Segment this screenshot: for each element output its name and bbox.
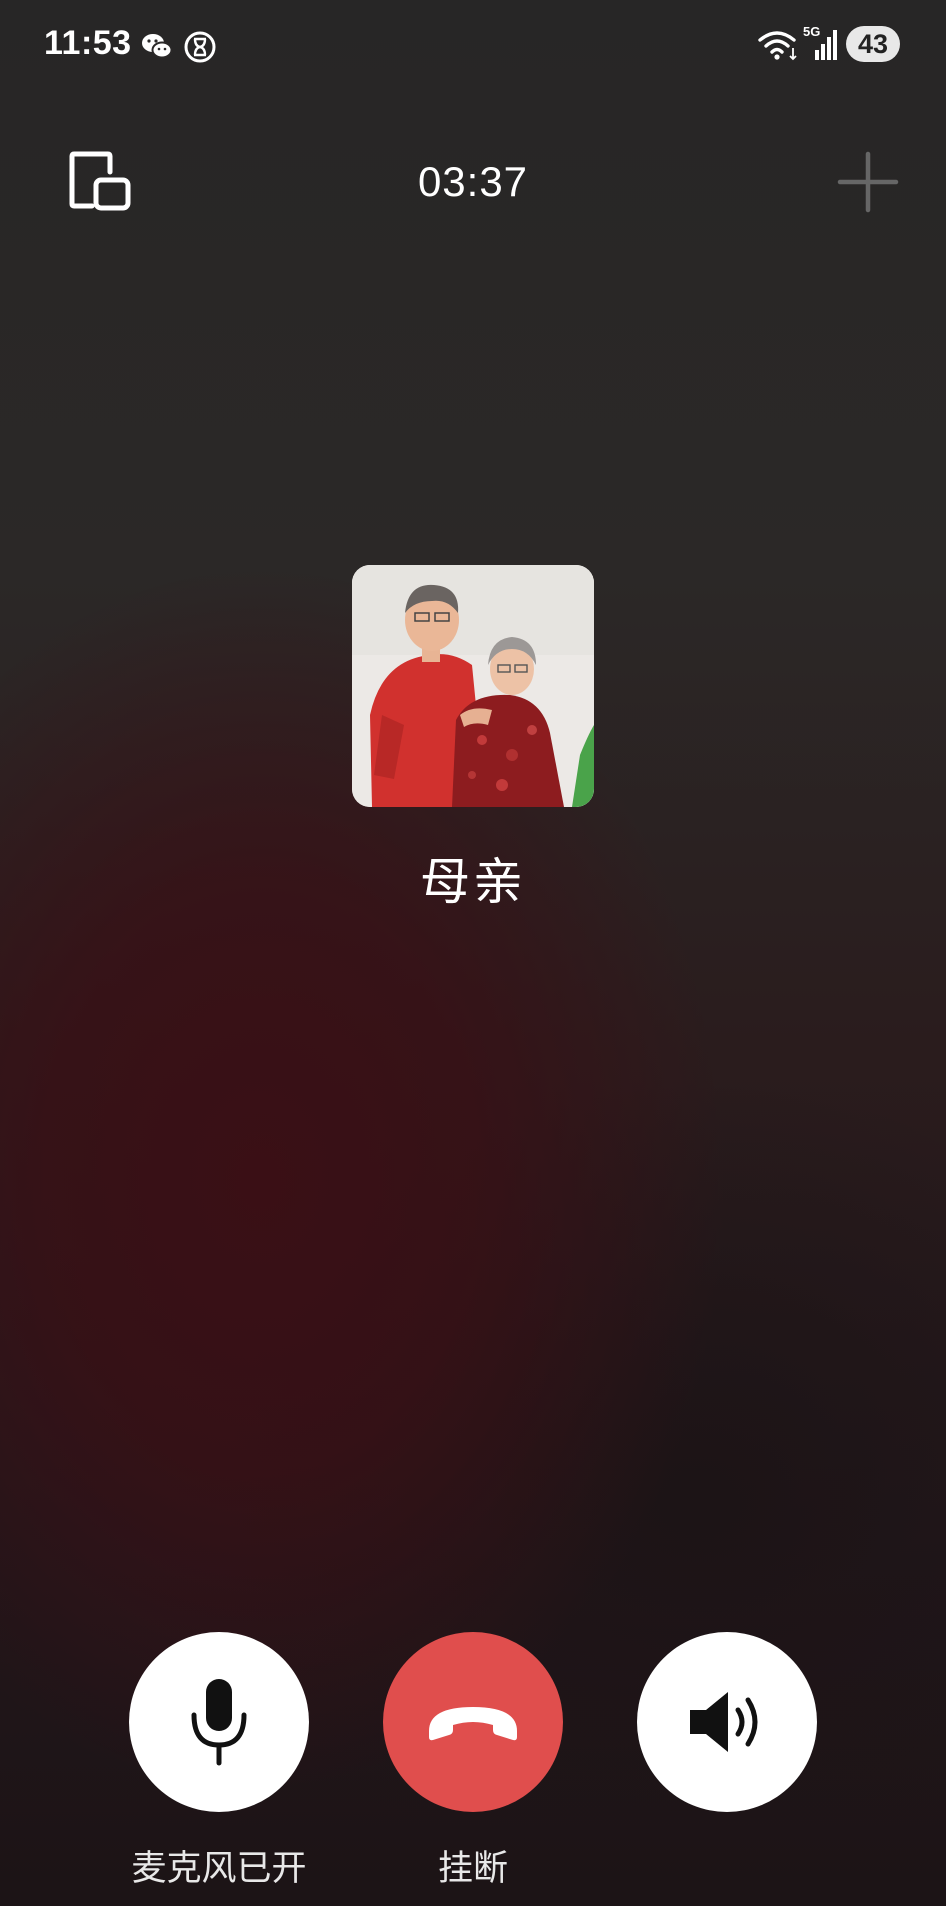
caller-name: 母亲 bbox=[420, 854, 526, 910]
speaker-toggle-button[interactable] bbox=[637, 1632, 817, 1812]
mic-label: 麦克风已开 bbox=[131, 1849, 307, 1888]
wechat-icon bbox=[142, 34, 173, 59]
battery-indicator: 43 bbox=[846, 26, 900, 62]
caller-avatar bbox=[352, 565, 594, 807]
call-timer: 03:37 bbox=[417, 158, 529, 205]
speaker-icon bbox=[690, 1692, 758, 1752]
hangup-label: 挂断 bbox=[437, 1849, 508, 1888]
hangup-button[interactable] bbox=[383, 1632, 563, 1812]
microphone-icon bbox=[191, 1679, 247, 1766]
add-participant-icon[interactable] bbox=[836, 150, 900, 214]
wifi-icon bbox=[758, 31, 797, 61]
status-time: 11:53 bbox=[44, 24, 132, 62]
mic-toggle-button[interactable] bbox=[129, 1632, 309, 1812]
signal-icon bbox=[815, 30, 837, 60]
phone-hangup-icon bbox=[429, 1707, 517, 1741]
hourglass-icon bbox=[184, 31, 216, 63]
status-bar: 11:53 5G 43 bbox=[0, 0, 946, 90]
